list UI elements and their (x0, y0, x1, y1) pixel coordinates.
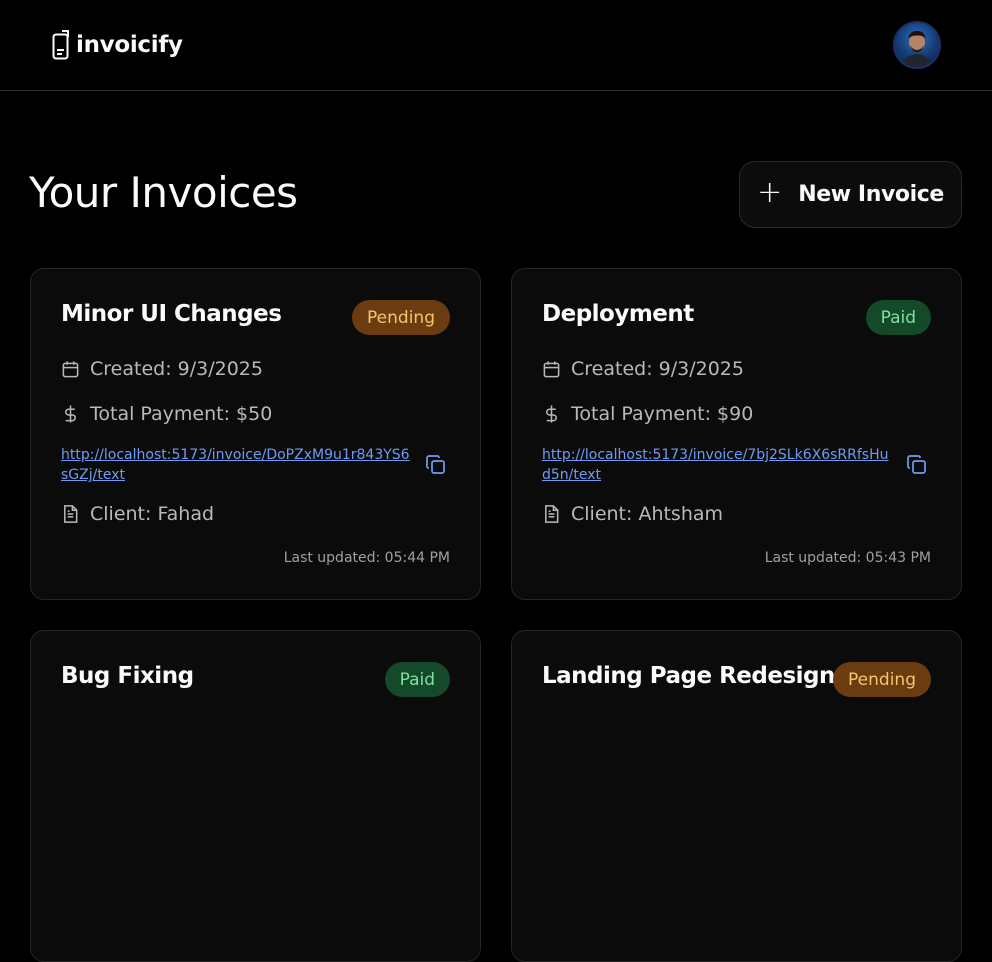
created-date: Created: 9/3/2025 (90, 358, 263, 380)
document-icon (542, 504, 561, 524)
invoice-title: Deployment (542, 301, 694, 327)
client-name: Client: Fahad (90, 503, 215, 525)
avatar[interactable] (893, 21, 941, 69)
new-invoice-button[interactable]: + New Invoice (739, 161, 962, 228)
status-badge: Paid (865, 300, 931, 335)
total-payment: Total Payment: $90 (571, 403, 754, 425)
calendar-icon (61, 360, 80, 379)
document-icon (61, 504, 80, 524)
logo-icon (52, 30, 70, 60)
status-badge: Pending (833, 662, 931, 697)
plus-icon: + (757, 175, 783, 210)
dollar-icon (542, 404, 561, 424)
invoice-card[interactable]: Deployment Paid Created: 9/3/2025 Total … (511, 268, 962, 600)
client-row: Client: Fahad (61, 503, 214, 525)
created-row: Created: 9/3/2025 (542, 358, 744, 380)
invoice-card[interactable]: Bug Fixing Paid (30, 630, 481, 962)
created-date: Created: 9/3/2025 (571, 358, 744, 380)
last-updated: Last updated: 05:44 PM (283, 550, 450, 566)
invoice-link[interactable]: http://localhost:5173/invoice/7bj2SLk6X6… (542, 445, 892, 485)
copy-icon[interactable] (906, 454, 928, 476)
dollar-icon (61, 404, 80, 424)
invoice-title: Bug Fixing (61, 663, 194, 689)
total-row: Total Payment: $90 (542, 403, 753, 425)
invoice-link[interactable]: http://localhost:5173/invoice/DoPZxM9u1r… (61, 445, 411, 485)
invoice-title: Minor UI Changes (61, 301, 282, 327)
last-updated: Last updated: 05:43 PM (764, 550, 931, 566)
total-payment: Total Payment: $50 (90, 403, 273, 425)
client-row: Client: Ahtsham (542, 503, 723, 525)
page-title: Your Invoices (29, 168, 298, 217)
total-row: Total Payment: $50 (61, 403, 272, 425)
status-badge: Pending (352, 300, 450, 335)
invoice-title: Landing Page Redesign (542, 663, 835, 689)
calendar-icon (542, 360, 561, 379)
created-row: Created: 9/3/2025 (61, 358, 263, 380)
client-name: Client: Ahtsham (571, 503, 724, 525)
invoice-card[interactable]: Minor UI Changes Pending Created: 9/3/20… (30, 268, 481, 600)
new-invoice-label: New Invoice (798, 182, 944, 207)
copy-icon[interactable] (425, 454, 447, 476)
app-logo[interactable]: invoicify (52, 29, 183, 61)
status-badge: Paid (384, 662, 450, 697)
invoice-card[interactable]: Landing Page Redesign Pending (511, 630, 962, 962)
app-header: invoicify (0, 0, 992, 91)
logo-text: invoicify (76, 32, 183, 58)
